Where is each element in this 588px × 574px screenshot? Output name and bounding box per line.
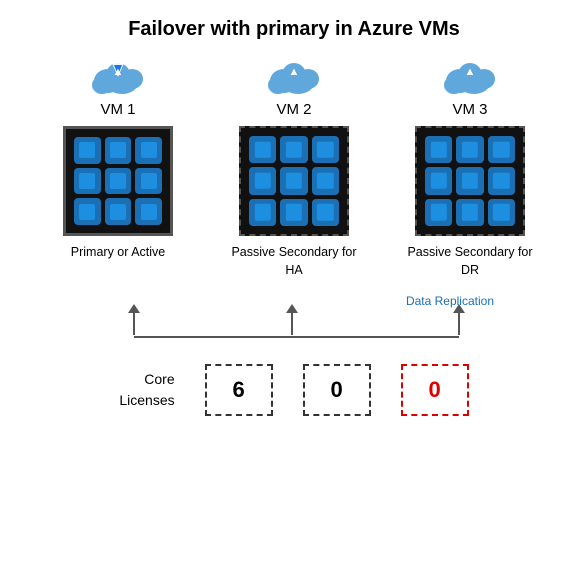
license-box-1: 6 — [205, 364, 273, 416]
arrowhead-up-vm1 — [128, 304, 140, 313]
chip — [488, 136, 515, 163]
vm-1-description: Primary or Active — [71, 244, 165, 288]
svg-text:▲: ▲ — [113, 66, 124, 78]
chip — [74, 198, 101, 225]
license-boxes: 6 0 0 — [205, 364, 469, 416]
vm-3-label: VM 3 — [452, 101, 487, 118]
chip — [105, 168, 132, 195]
vm-3-description: Passive Secondary for DR — [400, 244, 540, 288]
vm-column-3: ▲ VM 3 Passive Secondary for DR — [400, 55, 540, 288]
chip — [105, 198, 132, 225]
chip — [456, 167, 483, 194]
arrow-up-vm3 — [453, 304, 465, 335]
chip — [249, 136, 276, 163]
vm-2-box — [239, 126, 349, 236]
chip — [249, 199, 276, 226]
cloud-icon-2: ▲ — [264, 55, 324, 97]
arrowhead-up-vm3 — [453, 304, 465, 313]
vms-row: ▲ VM 1 Primary or Active — [48, 55, 540, 288]
vm-3-box — [415, 126, 525, 236]
chip — [456, 136, 483, 163]
chip — [280, 136, 307, 163]
licenses-section: Core Licenses 6 0 0 — [119, 364, 468, 416]
cloud-icon-1: ▲ — [88, 55, 148, 97]
chip — [312, 167, 339, 194]
page-title: Failover with primary in Azure VMs — [128, 18, 460, 41]
arrow-up-vm1 — [128, 304, 140, 335]
chip — [425, 136, 452, 163]
license-box-3: 0 — [401, 364, 469, 416]
chip — [312, 136, 339, 163]
chip — [488, 199, 515, 226]
chip — [249, 167, 276, 194]
svg-text:▲: ▲ — [289, 66, 300, 78]
svg-text:▲: ▲ — [465, 66, 476, 78]
chip — [135, 137, 162, 164]
arrow-shaft-vm3 — [458, 313, 460, 335]
arrow-up-vm2 — [286, 304, 298, 335]
chip — [74, 137, 101, 164]
arrows-section: Data Replication — [44, 290, 544, 346]
cloud-icon-3: ▲ — [440, 55, 500, 97]
chip — [105, 137, 132, 164]
chip — [456, 199, 483, 226]
vm-1-label: VM 1 — [100, 101, 135, 118]
chip — [280, 167, 307, 194]
arrowhead-up-vm2 — [286, 304, 298, 313]
data-replication-label: Data Replication — [406, 294, 494, 308]
license-box-2: 0 — [303, 364, 371, 416]
chip — [425, 199, 452, 226]
chip — [425, 167, 452, 194]
chip — [488, 167, 515, 194]
arrow-horizontal-line — [134, 336, 459, 338]
vm-column-1: ▲ VM 1 Primary or Active — [48, 55, 188, 288]
chip — [135, 198, 162, 225]
chip — [312, 199, 339, 226]
chip — [280, 199, 307, 226]
licenses-label: Core Licenses — [119, 369, 174, 411]
chip — [135, 168, 162, 195]
vm-column-2: ▲ VM 2 Passive Secondary for HA — [224, 55, 364, 288]
arrow-shaft-vm2 — [291, 313, 293, 335]
vm-1-box — [63, 126, 173, 236]
vm-2-description: Passive Secondary for HA — [224, 244, 364, 288]
main-content: ▲ VM 1 Primary or Active — [0, 51, 588, 574]
vm-2-label: VM 2 — [276, 101, 311, 118]
arrow-shaft-vm1 — [133, 313, 135, 335]
chip — [74, 168, 101, 195]
